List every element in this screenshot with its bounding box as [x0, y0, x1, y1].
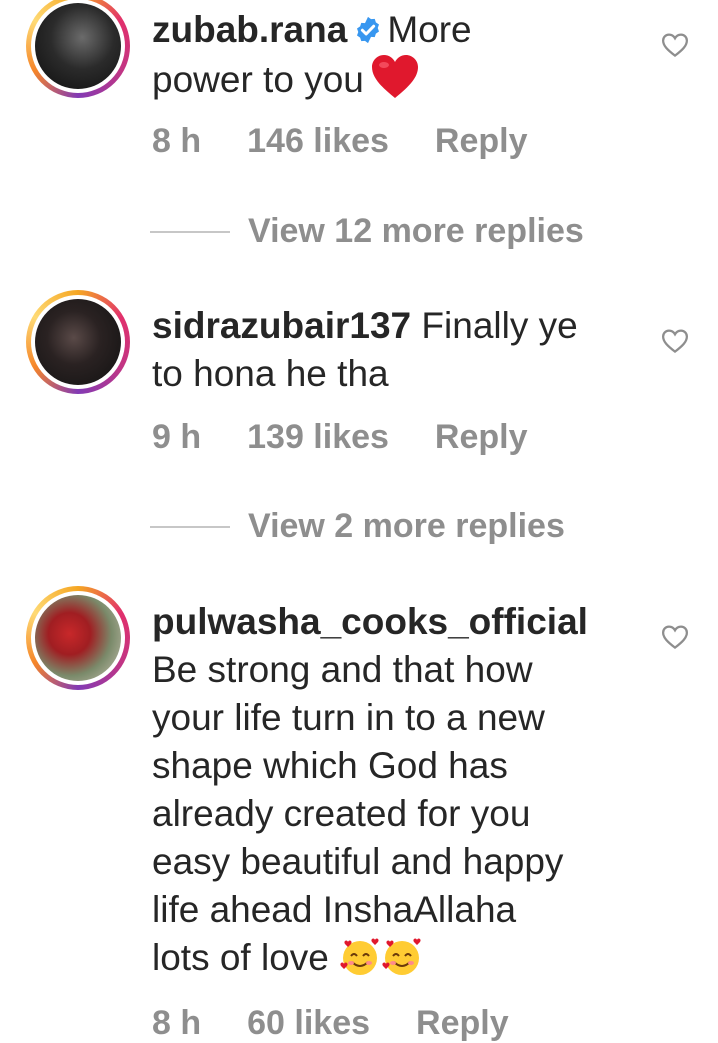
avatar [35, 299, 121, 385]
comment-body-line: easy beautiful and happy [152, 841, 564, 882]
comment-body-start: More [387, 9, 472, 50]
comment-text: pulwasha_cooks_official Be strong and th… [152, 598, 622, 982]
avatar-story-ring[interactable] [26, 0, 130, 98]
comment-body-line: your life turn in to a new [152, 697, 545, 738]
comment-body-line: already created for you [152, 793, 531, 834]
comment-time: 9 h [152, 418, 202, 456]
avatar [35, 595, 121, 681]
comment-meta: 9 h 139 likes Reply [152, 418, 574, 457]
comment-body: to hona he tha [152, 353, 389, 394]
smiling-face-with-hearts-emoji [382, 938, 421, 975]
heart-emoji [371, 55, 418, 98]
verified-badge-icon [357, 16, 380, 44]
comment-username[interactable]: zubab.rana [152, 9, 347, 50]
comment-likes[interactable]: 139 likes [247, 418, 389, 457]
comment-body-start: Finally ye [421, 305, 578, 346]
comment-username[interactable]: pulwasha_cooks_official [152, 601, 588, 642]
view-replies-label: View 2 more replies [248, 507, 565, 545]
heart-outline-icon[interactable] [660, 30, 690, 60]
smiling-face-with-hearts-emoji [340, 938, 379, 975]
reply-button[interactable]: Reply [435, 122, 528, 161]
heart-outline-icon[interactable] [660, 622, 690, 652]
avatar-story-ring[interactable] [26, 290, 130, 394]
comment-text: sidrazubair137 Finally ye to hona he tha [152, 302, 622, 398]
avatar-story-ring[interactable] [26, 586, 130, 690]
divider-line [150, 231, 230, 233]
avatar [35, 3, 121, 89]
divider-line [150, 526, 230, 528]
comment-body-line: Be strong and that how [152, 649, 533, 690]
comment-body-line: lots of love [152, 937, 329, 978]
comment-time: 8 h [152, 122, 202, 160]
view-replies-label: View 12 more replies [248, 212, 584, 250]
comment-body-line: shape which God has [152, 745, 508, 786]
comment-body: power to you [152, 59, 364, 100]
heart-outline-icon[interactable] [660, 326, 690, 356]
comment-meta: 8 h 146 likes Reply [152, 122, 574, 161]
comment-text: zubab.rana More power to you [152, 6, 622, 104]
reply-button[interactable]: Reply [435, 418, 528, 457]
comment-body-line: life ahead InshaAllaha [152, 889, 517, 930]
comment-likes[interactable]: 146 likes [247, 122, 389, 161]
comment-username[interactable]: sidrazubair137 [152, 305, 411, 346]
